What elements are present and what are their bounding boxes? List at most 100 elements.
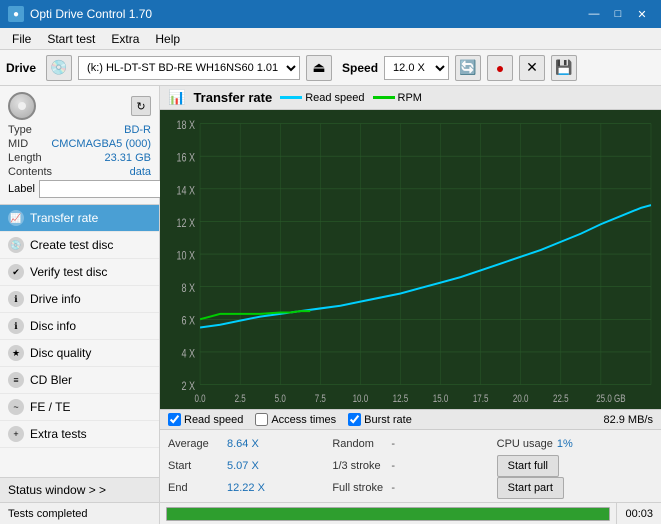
legend-rpm-color — [373, 96, 395, 99]
nav-transfer-rate[interactable]: 📈 Transfer rate — [0, 205, 159, 232]
nav-disc-quality-label: Disc quality — [30, 346, 91, 360]
svg-text:8 X: 8 X — [182, 282, 196, 296]
disc-length-label: Length — [8, 152, 42, 164]
access-times-checkbox-label[interactable]: Access times — [271, 414, 336, 426]
stat-full-stroke-row: Full stroke - — [332, 478, 488, 498]
progress-section — [160, 503, 616, 524]
svg-text:0.0: 0.0 — [195, 393, 206, 406]
svg-text:12.5: 12.5 — [393, 393, 409, 406]
stats-area: Average 8.64 X Random - CPU usage 1% Sta… — [160, 430, 661, 502]
stat-start-label: Start — [168, 460, 223, 472]
disc-length-value: 23.31 GB — [105, 152, 151, 164]
stat-start-value: 5.07 X — [227, 460, 267, 472]
menu-file[interactable]: File — [4, 30, 39, 48]
nav-extra-tests[interactable]: + Extra tests — [0, 421, 159, 448]
extra-tests-icon: + — [8, 426, 24, 442]
menu-extra[interactable]: Extra — [103, 30, 147, 48]
close-button[interactable]: ✕ — [631, 4, 653, 24]
stat-end-label: End — [168, 482, 223, 494]
minimize-button[interactable]: — — [583, 4, 605, 24]
nav-fe-te[interactable]: ~ FE / TE — [0, 394, 159, 421]
burst-rate-checkbox-item: Burst rate — [348, 413, 412, 426]
chart-title-icon: 📊 — [168, 89, 185, 106]
save-btn[interactable]: 💾 — [551, 55, 577, 81]
read-speed-checkbox-item: Read speed — [168, 413, 243, 426]
svg-text:10 X: 10 X — [177, 249, 196, 263]
start-full-button[interactable]: Start full — [497, 455, 559, 477]
svg-text:17.5: 17.5 — [473, 393, 489, 406]
nav-drive-info-label: Drive info — [30, 292, 81, 306]
disc-mid-label: MID — [8, 138, 28, 150]
status-text: Tests completed — [0, 503, 160, 524]
stat-average-label: Average — [168, 438, 223, 450]
disc-length-row: Length 23.31 GB — [8, 152, 151, 164]
toolbar: Drive 💿 (k:) HL-DT-ST BD-RE WH16NS60 1.0… — [0, 50, 661, 86]
maximize-button[interactable]: □ — [607, 4, 629, 24]
svg-text:7.5: 7.5 — [315, 393, 326, 406]
svg-text:25.0 GB: 25.0 GB — [596, 393, 625, 406]
nav-cd-bler[interactable]: ≡ CD Bler — [0, 367, 159, 394]
stat-random-label: Random — [332, 438, 387, 450]
nav-fe-te-label: FE / TE — [30, 400, 70, 414]
menu-help[interactable]: Help — [147, 30, 188, 48]
nav-create-test-disc-label: Create test disc — [30, 238, 113, 252]
status-window-btn[interactable]: Status window > > — [0, 477, 159, 502]
refresh-btn[interactable]: 🔄 — [455, 55, 481, 81]
legend-rpm-label: RPM — [398, 92, 422, 104]
nav-menu: 📈 Transfer rate 💿 Create test disc ✔ Ver… — [0, 205, 159, 477]
nav-verify-test-disc[interactable]: ✔ Verify test disc — [0, 259, 159, 286]
verify-test-disc-icon: ✔ — [8, 264, 24, 280]
nav-verify-test-disc-label: Verify test disc — [30, 265, 107, 279]
disc-info-icon: ℹ — [8, 318, 24, 334]
stat-average-row: Average 8.64 X — [168, 434, 324, 454]
status-bar: Tests completed 00:03 — [0, 502, 661, 524]
svg-text:10.0: 10.0 — [353, 393, 369, 406]
burst-rate-checkbox-label[interactable]: Burst rate — [364, 414, 412, 426]
progress-bar-background — [166, 507, 610, 521]
eject-btn[interactable]: ⏏ — [306, 55, 332, 81]
erase-btn[interactable]: ✕ — [519, 55, 545, 81]
menu-start-test[interactable]: Start test — [39, 30, 103, 48]
disc-panel: ↻ Type BD-R MID CMCMAGBA5 (000) Length 2… — [0, 86, 159, 205]
disc-quality-icon: ★ — [8, 345, 24, 361]
legend-read-speed-label: Read speed — [305, 92, 364, 104]
nav-disc-quality[interactable]: ★ Disc quality — [0, 340, 159, 367]
disc-mid-row: MID CMCMAGBA5 (000) — [8, 138, 151, 150]
svg-text:22.5: 22.5 — [553, 393, 569, 406]
svg-text:16 X: 16 X — [177, 151, 196, 165]
drive-icon-btn[interactable]: 💿 — [46, 55, 72, 81]
nav-create-test-disc[interactable]: 💿 Create test disc — [0, 232, 159, 259]
legend-read-speed-color — [280, 96, 302, 99]
app-icon: ● — [8, 6, 24, 22]
menu-bar: File Start test Extra Help — [0, 28, 661, 50]
burst-rate-value: 82.9 MB/s — [603, 414, 653, 426]
nav-disc-info[interactable]: ℹ Disc info — [0, 313, 159, 340]
drive-selector[interactable]: (k:) HL-DT-ST BD-RE WH16NS60 1.01 — [78, 56, 300, 80]
start-part-button[interactable]: Start part — [497, 477, 564, 499]
svg-text:20.0: 20.0 — [513, 393, 529, 406]
svg-text:6 X: 6 X — [182, 314, 196, 328]
speed-selector[interactable]: 12.0 X ∨ — [384, 56, 449, 80]
stat-start-part-row: Start part — [497, 478, 653, 498]
stat-random-value: - — [391, 438, 395, 450]
drive-info-icon: ℹ — [8, 291, 24, 307]
chart-svg: 18 X 16 X 14 X 12 X 10 X 8 X 6 X 4 X 2 X… — [160, 110, 661, 409]
stat-start-row: Start 5.07 X — [168, 456, 324, 476]
access-times-checkbox[interactable] — [255, 413, 268, 426]
content-area: 📊 Transfer rate Read speed RPM — [160, 86, 661, 502]
disc-contents-row: Contents data — [8, 166, 151, 178]
speed-label: Speed — [342, 61, 378, 75]
stat-start-full-row: Start full — [497, 456, 653, 476]
burst-rate-checkbox[interactable] — [348, 413, 361, 426]
stat-stroke-label: 1/3 stroke — [332, 460, 387, 472]
stat-random-row: Random - — [332, 434, 488, 454]
disc-type-value: BD-R — [124, 124, 151, 136]
stat-stroke-value: - — [391, 460, 395, 472]
disc-refresh-btn[interactable]: ↻ — [131, 96, 151, 116]
disc-label-input[interactable] — [39, 180, 177, 198]
record-btn[interactable]: ● — [487, 55, 513, 81]
read-speed-checkbox[interactable] — [168, 413, 181, 426]
nav-drive-info[interactable]: ℹ Drive info — [0, 286, 159, 313]
read-speed-checkbox-label[interactable]: Read speed — [184, 414, 243, 426]
burst-rate-value-display: 82.9 MB/s — [603, 414, 653, 426]
